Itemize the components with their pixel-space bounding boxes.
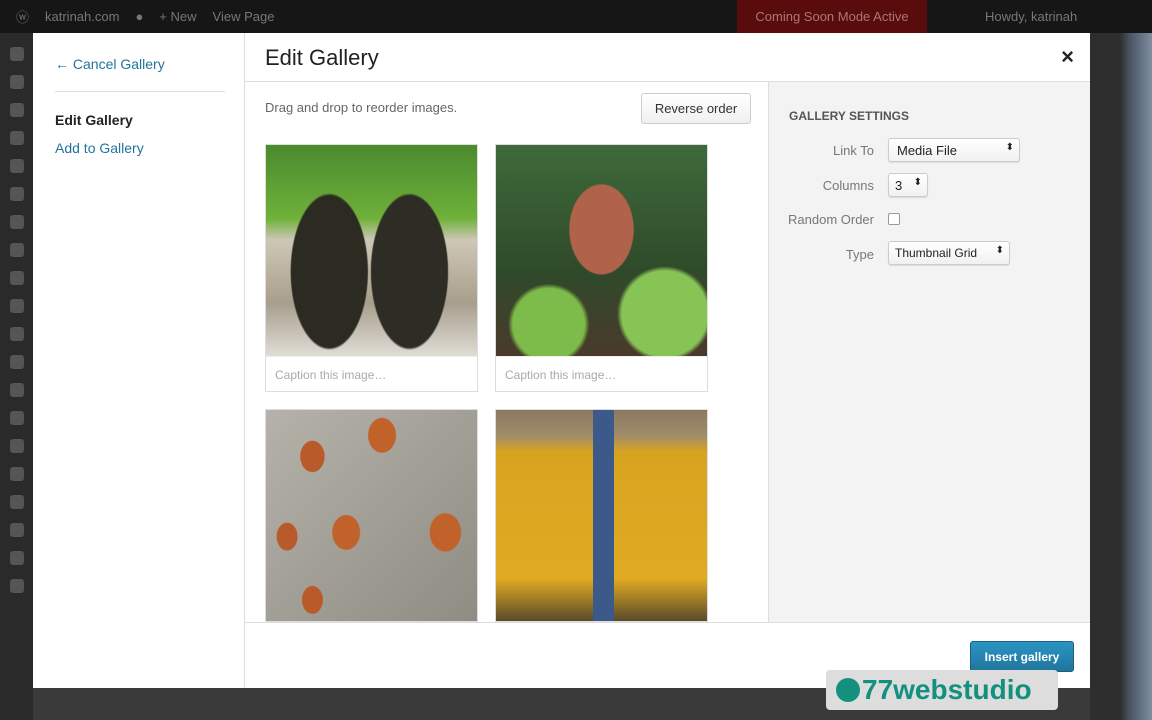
media-sidebar: ← Cancel Gallery Edit Gallery Add to Gal… xyxy=(33,33,245,688)
wordpress-icon[interactable]: ⓦ xyxy=(16,7,29,26)
comments-icon[interactable]: ● xyxy=(135,9,143,24)
coming-soon-badge[interactable]: Coming Soon Mode Active xyxy=(737,0,927,33)
select-arrows-icon: ⬍ xyxy=(913,177,922,188)
account-link[interactable]: Howdy, katrinah xyxy=(985,9,1077,24)
view-page-link[interactable]: View Page xyxy=(213,9,275,24)
gallery-item[interactable] xyxy=(265,409,478,622)
statue-image xyxy=(266,145,477,356)
random-order-label: Random Order xyxy=(788,212,874,227)
link-to-label: Link To xyxy=(833,143,874,158)
modal-header: Edit Gallery × xyxy=(245,33,1090,82)
columns-label: Columns xyxy=(822,178,874,193)
columns-select[interactable]: 3 ⬍ xyxy=(888,173,928,197)
watermark-text: 77webstudio xyxy=(862,674,1032,705)
page-title: Edit Gallery xyxy=(265,45,379,70)
reverse-order-button[interactable]: Reverse order xyxy=(641,93,751,124)
settings-title: GALLERY SETTINGS xyxy=(789,109,910,123)
gallery-item[interactable]: Caption this image… xyxy=(265,144,478,392)
background xyxy=(1090,33,1152,720)
link-to-select[interactable]: Media File ⬍ xyxy=(888,138,1020,162)
gallery-content: Drag and drop to reorder images. Reverse… xyxy=(245,82,768,622)
random-order-checkbox[interactable] xyxy=(888,213,900,225)
wall-pots-image xyxy=(266,410,477,621)
caption-input[interactable]: Caption this image… xyxy=(266,356,477,391)
select-arrows-icon: ⬍ xyxy=(995,245,1004,256)
type-label: Type xyxy=(845,247,874,262)
columns-value: 3 xyxy=(895,178,903,193)
menu-add-to-gallery[interactable]: Add to Gallery xyxy=(55,140,144,156)
watermark-logo: 77webstudio xyxy=(826,670,1058,710)
close-icon[interactable]: × xyxy=(1061,44,1074,70)
reorder-hint: Drag and drop to reorder images. xyxy=(265,100,458,115)
leaf-icon xyxy=(836,678,860,702)
type-value: Thumbnail Grid xyxy=(895,246,978,260)
edit-gallery-modal: ← Cancel Gallery Edit Gallery Add to Gal… xyxy=(33,33,1090,688)
admin-menu xyxy=(0,33,33,720)
buddha-image xyxy=(496,145,707,356)
admin-bar: ⓦ katrinah.com ● + New View Page Coming … xyxy=(0,0,1152,33)
tree-image xyxy=(496,410,707,621)
type-select[interactable]: Thumbnail Grid ⬍ xyxy=(888,241,1010,265)
menu-edit-gallery[interactable]: Edit Gallery xyxy=(55,112,133,128)
gallery-settings-panel: GALLERY SETTINGS Link To Media File ⬍ Col… xyxy=(768,82,1090,622)
select-arrows-icon: ⬍ xyxy=(1005,142,1014,153)
cancel-gallery-link[interactable]: ← Cancel Gallery xyxy=(55,56,165,72)
divider xyxy=(55,91,225,92)
new-link[interactable]: + New xyxy=(159,9,196,24)
gallery-item[interactable] xyxy=(495,409,708,622)
insert-gallery-button[interactable]: Insert gallery xyxy=(970,641,1074,672)
link-to-value: Media File xyxy=(897,143,957,158)
gallery-item[interactable]: Caption this image… xyxy=(495,144,708,392)
site-link[interactable]: katrinah.com xyxy=(45,9,119,24)
caption-input[interactable]: Caption this image… xyxy=(496,356,707,391)
